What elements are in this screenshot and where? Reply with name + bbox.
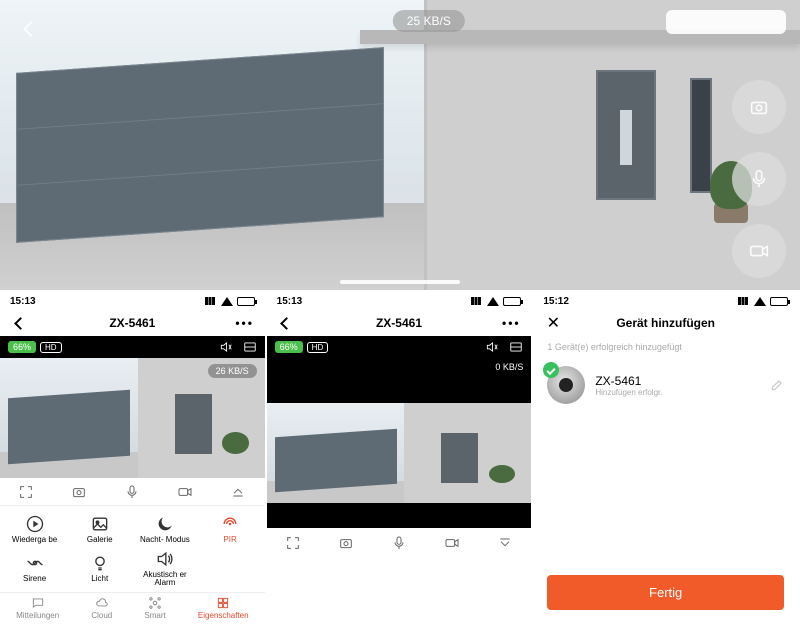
wifi-icon xyxy=(221,297,233,306)
layout-icon[interactable] xyxy=(243,340,257,354)
video-info-bar: 66% HD xyxy=(267,336,532,358)
back-button[interactable] xyxy=(277,319,297,328)
mic-icon[interactable] xyxy=(124,484,140,500)
light-button[interactable]: Licht xyxy=(67,549,132,588)
bitrate-label: 0 KB/S xyxy=(495,362,523,372)
quick-toolbar xyxy=(0,478,265,506)
night-mode-button[interactable]: Nacht- Modus xyxy=(132,510,197,549)
record-icon[interactable] xyxy=(444,535,460,551)
device-thumbnail xyxy=(547,366,585,404)
bottom-tab-bar: Mitteilungen Cloud Smart Eigenschaften xyxy=(0,592,265,624)
phone-pane-fullvideo: 15:13 ZX-5461 ••• 66% HD 0 KB/S xyxy=(267,290,534,624)
status-bar: 15:13 xyxy=(267,292,532,310)
record-icon[interactable] xyxy=(177,484,193,500)
done-button[interactable]: Fertig xyxy=(547,575,784,610)
success-subtitle: 1 Gerät(e) erfolgreich hinzugefügt xyxy=(533,336,798,358)
edit-icon[interactable] xyxy=(770,378,784,392)
status-bar: 15:13 xyxy=(0,292,265,310)
bitrate-badge: 26 KB/S xyxy=(208,364,257,378)
device-name: ZX-5461 xyxy=(595,374,662,388)
quality-badge[interactable]: HD xyxy=(40,342,62,353)
wifi-icon xyxy=(754,297,766,306)
battery-icon xyxy=(237,297,255,306)
video-info-bar: 66% HD xyxy=(0,336,265,358)
page-title: Gerät hinzufügen xyxy=(616,316,715,330)
acoustic-alarm-button[interactable]: Akustisch er Alarm xyxy=(132,549,197,588)
battery-icon xyxy=(770,297,788,306)
overlay-pill xyxy=(666,10,786,34)
video-preview[interactable]: 0 KB/S xyxy=(267,358,532,558)
record-button[interactable] xyxy=(732,224,786,278)
quality-badge[interactable]: HD xyxy=(307,342,329,353)
more-button[interactable]: ••• xyxy=(235,316,255,330)
close-button[interactable]: ✕ xyxy=(543,313,563,333)
signal-icon xyxy=(205,297,217,305)
device-status: Hinzufügen erfolgr. xyxy=(595,388,662,397)
expand-icon[interactable] xyxy=(230,484,246,500)
clock: 15:12 xyxy=(543,296,569,307)
device-title: ZX-5461 xyxy=(109,316,155,330)
feature-grid: Wiederga be Galerie Nacht- Modus PIR Sir… xyxy=(0,506,265,592)
collapse-icon[interactable] xyxy=(497,535,513,551)
camera-scene xyxy=(0,0,800,290)
battery-icon xyxy=(503,297,521,306)
status-bar: 15:12 xyxy=(533,292,798,310)
video-preview[interactable]: 26 KB/S xyxy=(0,358,265,478)
signal-icon xyxy=(471,297,483,305)
playback-button[interactable]: Wiederga be xyxy=(2,510,67,549)
wifi-icon xyxy=(487,297,499,306)
camera-icon[interactable] xyxy=(71,484,87,500)
phone-pane-features: 15:13 ZX-5461 ••• 66% HD 26 KB/S xyxy=(0,290,267,624)
success-check-icon xyxy=(543,362,559,378)
more-button[interactable]: ••• xyxy=(501,316,521,330)
phone-pane-add-device: 15:12 ✕ Gerät hinzufügen 1 Gerät(e) erfo… xyxy=(533,290,800,624)
layout-icon[interactable] xyxy=(509,340,523,354)
battery-badge: 66% xyxy=(8,341,36,353)
mic-icon[interactable] xyxy=(391,535,407,551)
mute-icon[interactable] xyxy=(219,340,233,354)
live-view-hero: 25 KB/S xyxy=(0,0,800,290)
back-button[interactable] xyxy=(18,18,40,40)
home-indicator xyxy=(340,280,460,284)
bitrate-badge: 25 KB/S xyxy=(393,10,465,32)
mute-icon[interactable] xyxy=(485,340,499,354)
battery-badge: 66% xyxy=(275,341,303,353)
snapshot-button[interactable] xyxy=(732,80,786,134)
device-title: ZX-5461 xyxy=(376,316,422,330)
back-button[interactable] xyxy=(10,319,30,328)
pir-button[interactable]: PIR xyxy=(197,510,262,549)
fullscreen-icon[interactable] xyxy=(18,484,34,500)
quick-toolbar xyxy=(267,528,532,558)
gallery-button[interactable]: Galerie xyxy=(67,510,132,549)
signal-icon xyxy=(738,297,750,305)
camera-icon[interactable] xyxy=(338,535,354,551)
clock: 15:13 xyxy=(277,296,303,307)
device-row: ZX-5461 Hinzufügen erfolgr. xyxy=(533,358,798,412)
siren-button[interactable]: Sirene xyxy=(2,549,67,588)
clock: 15:13 xyxy=(10,296,36,307)
fullscreen-icon[interactable] xyxy=(285,535,301,551)
talk-button[interactable] xyxy=(732,152,786,206)
